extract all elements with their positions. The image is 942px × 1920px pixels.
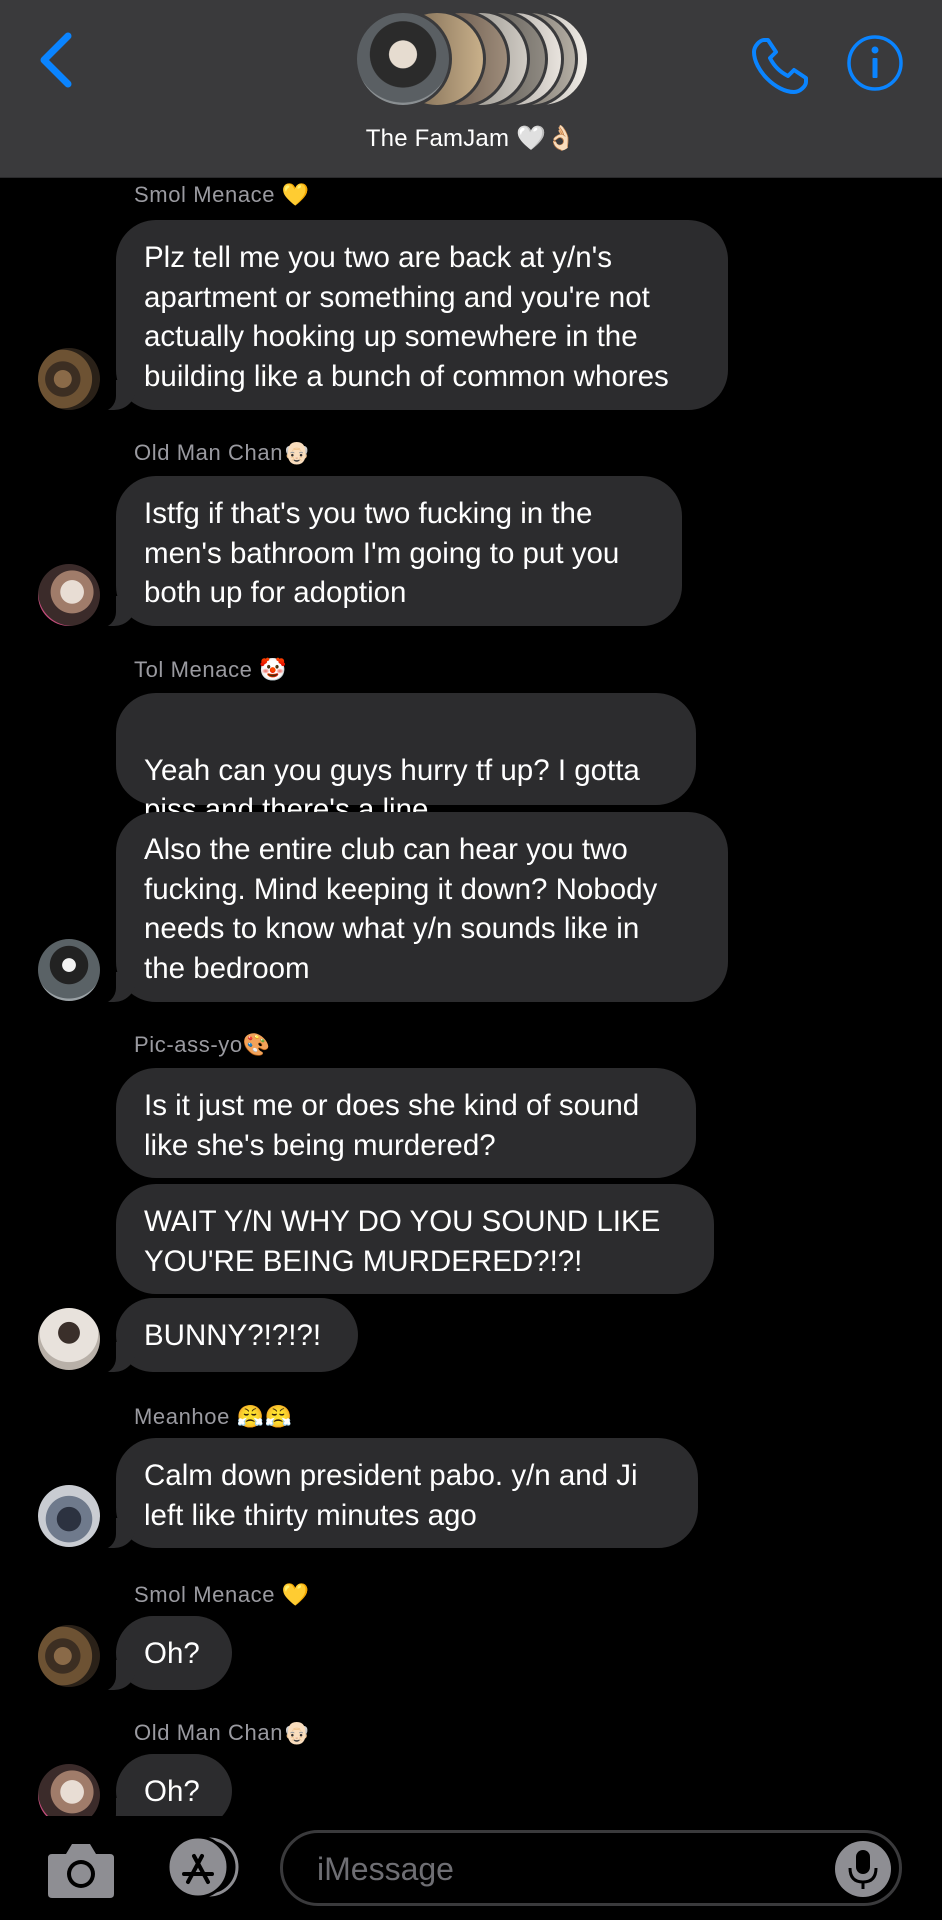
sender-name: Old Man Chan👴🏻 [134, 1720, 312, 1745]
message-input-placeholder: iMessage [317, 1851, 454, 1887]
call-button[interactable] [748, 34, 812, 98]
message-bubble[interactable]: WAIT Y/N WHY DO YOU SOUND LIKE YOU'RE BE… [116, 1184, 714, 1294]
sender-name: Smol Menace 💛 [134, 1582, 310, 1607]
app-store-button[interactable] [160, 1835, 242, 1899]
member-avatar [354, 10, 452, 108]
message-bubble[interactable]: Plz tell me you two are back at y/n's ap… [94, 220, 728, 412]
avatar[interactable] [38, 1308, 100, 1370]
sender-name: Pic-ass-yo🎨 [134, 1032, 271, 1057]
chevron-left-icon [40, 32, 72, 88]
sender-name: Smol Menace 💛 [134, 182, 310, 207]
avatar[interactable] [38, 564, 100, 626]
back-button[interactable] [30, 28, 80, 92]
message-bubble[interactable]: Yeah can you guys hurry tf up? I gotta p… [116, 693, 696, 870]
messages-app: The FamJam 🤍👌🏻 Smol Menace 💛 Plz tell me… [0, 0, 942, 1920]
sender-name: Tol Menace 🤡 [134, 657, 288, 682]
message-bubble[interactable]: Also the entire club can hear you two fu… [94, 812, 728, 1004]
phone-icon [752, 38, 808, 94]
message-bubble[interactable]: Oh? [94, 1616, 232, 1692]
conversation-header: The FamJam 🤍👌🏻 [0, 0, 942, 178]
camera-icon [48, 1844, 114, 1898]
message-bubble[interactable]: BUNNY?!?!?! [94, 1298, 358, 1374]
composer-bar: iMessage [0, 1816, 942, 1920]
microphone-icon [848, 1850, 878, 1889]
message-input[interactable]: iMessage [280, 1830, 902, 1906]
dictation-button[interactable] [835, 1841, 891, 1897]
app-store-icon [166, 1835, 239, 1899]
avatar[interactable] [38, 939, 100, 1001]
group-name[interactable]: The FamJam 🤍👌🏻 [0, 124, 942, 153]
camera-button[interactable] [46, 1838, 116, 1900]
avatar[interactable] [38, 348, 100, 410]
sender-name: Old Man Chan👴🏻 [134, 440, 312, 465]
message-bubble[interactable]: Istfg if that's you two fucking in the m… [94, 476, 682, 628]
group-avatar-stack[interactable] [354, 6, 594, 108]
sender-name: Meanhoe 😤😤 [134, 1404, 293, 1429]
details-button[interactable] [846, 34, 904, 92]
message-bubble[interactable]: Oh? [94, 1754, 232, 1816]
message-bubble[interactable]: Is it just me or does she kind of sound … [116, 1068, 696, 1178]
message-bubble[interactable]: Calm down president pabo. y/n and Ji lef… [94, 1438, 698, 1550]
info-icon [847, 35, 903, 91]
avatar[interactable] [38, 1485, 100, 1547]
message-thread[interactable]: Smol Menace 💛 Plz tell me you two are ba… [0, 178, 942, 1816]
avatar[interactable] [38, 1625, 100, 1687]
avatar[interactable] [38, 1764, 100, 1816]
